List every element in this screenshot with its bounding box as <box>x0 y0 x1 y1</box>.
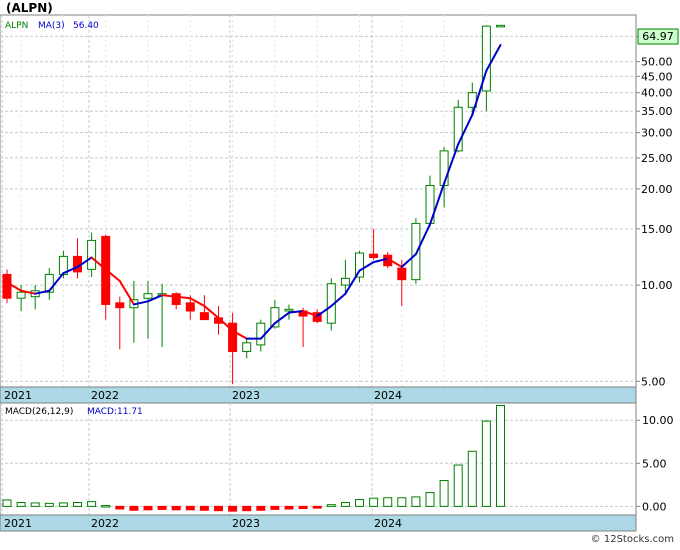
macd-legend-value: MACD:11.71 <box>87 407 143 417</box>
macd-bar <box>425 492 435 507</box>
macd-bar <box>326 504 336 507</box>
price-y-tick-label: 20.00 <box>641 183 673 196</box>
macd-bar <box>228 505 238 512</box>
price-x-tick-label: 2023 <box>232 389 260 402</box>
candle-body <box>199 312 209 321</box>
macd-bar <box>157 505 167 510</box>
price-y-axis: 60.0050.0045.0040.0035.0030.0025.0020.00… <box>636 30 673 388</box>
macd-bar <box>284 505 294 510</box>
macd-x-tick-label: 2023 <box>232 517 260 530</box>
candle-body <box>284 308 294 312</box>
candle-body <box>340 277 350 286</box>
candle-body <box>185 302 195 312</box>
macd-y-tick-label: 5.00 <box>642 457 667 470</box>
macd-bar <box>185 505 195 511</box>
candle-body <box>242 342 252 352</box>
macd-bar <box>312 505 322 509</box>
macd-bar <box>270 505 280 510</box>
macd-bar <box>242 505 252 512</box>
macd-bar <box>369 497 379 507</box>
macd-bar <box>44 502 54 507</box>
price-y-tick-label: 25.00 <box>641 152 673 165</box>
macd-y-tick-label: 0.00 <box>642 500 667 513</box>
macd-bar <box>397 497 407 507</box>
candle-body <box>2 273 12 299</box>
macd-bar <box>2 499 12 507</box>
legend-ma-label: MA(3) <box>38 21 65 31</box>
macd-x-tick-label: 2021 <box>4 517 32 530</box>
macd-y-tick-label: 10.00 <box>642 414 674 427</box>
price-x-tick-label: 2021 <box>4 389 32 402</box>
candle-body <box>496 24 505 28</box>
candle-body <box>256 322 266 346</box>
watermark: © 12Stocks.com <box>591 534 674 545</box>
macd-bar <box>129 505 139 511</box>
candle-body <box>16 291 26 299</box>
macd-bar <box>256 505 266 511</box>
macd-bar <box>383 497 393 507</box>
macd-bar <box>355 498 364 507</box>
candle-body <box>411 222 421 281</box>
price-y-tick-label: 15.00 <box>641 223 673 236</box>
price-y-tick-label: 45.00 <box>641 70 673 83</box>
macd-bar <box>467 450 477 507</box>
price-y-tick-label: 40.00 <box>641 87 673 100</box>
macd-bar <box>214 505 223 512</box>
chart-canvas: (ALPN) 60.0050.0045.0040.0035.0030.0025.… <box>0 1 679 545</box>
macd-bar <box>87 501 97 507</box>
macd-bar <box>199 505 209 511</box>
macd-bar <box>411 496 421 507</box>
candle-body <box>439 150 449 186</box>
candle-body <box>87 239 97 270</box>
macd-y-axis: 10.00 5.00 0.00 <box>636 414 674 513</box>
macd-bar <box>298 505 308 510</box>
macd-bar <box>73 502 82 507</box>
macd-bar <box>340 502 350 507</box>
price-y-tick-label: 5.00 <box>641 375 666 388</box>
macd-bar <box>143 505 153 511</box>
macd-x-tick-label: 2024 <box>374 517 402 530</box>
macd-bar <box>481 420 491 507</box>
candle-body <box>143 293 153 299</box>
macd-bar <box>30 502 40 507</box>
price-y-tick-label: 35.00 <box>641 105 673 118</box>
macd-bar <box>115 505 125 510</box>
last-price-label: 64.97 <box>642 30 674 43</box>
price-y-tick-label: 50.00 <box>641 56 673 69</box>
candle-body <box>115 302 125 309</box>
candle-body <box>397 267 407 281</box>
macd-bar <box>496 404 505 507</box>
legend-ma-value: 56.40 <box>73 21 99 31</box>
price-x-tick-label: 2024 <box>374 389 402 402</box>
macd-bar <box>101 505 111 508</box>
price-panel <box>0 14 637 388</box>
macd-bar <box>439 480 449 507</box>
macd-legend-label: MACD(26,12,9) <box>5 407 73 417</box>
price-x-tick-label: 2022 <box>91 389 119 402</box>
macd-bar <box>453 464 463 507</box>
candle-body <box>369 253 379 259</box>
stock-chart: (ALPN) 60.0050.0045.0040.0035.0030.0025.… <box>0 0 680 546</box>
macd-x-tick-label: 2022 <box>91 517 119 530</box>
macd-bar <box>58 502 68 507</box>
candle-body <box>171 293 181 305</box>
macd-bar <box>16 502 26 507</box>
legend-symbol: ALPN <box>5 21 28 31</box>
macd-bar <box>171 505 181 511</box>
price-y-tick-label: 10.00 <box>641 279 673 292</box>
price-y-tick-label: 30.00 <box>641 127 673 140</box>
chart-title: (ALPN) <box>6 1 53 15</box>
